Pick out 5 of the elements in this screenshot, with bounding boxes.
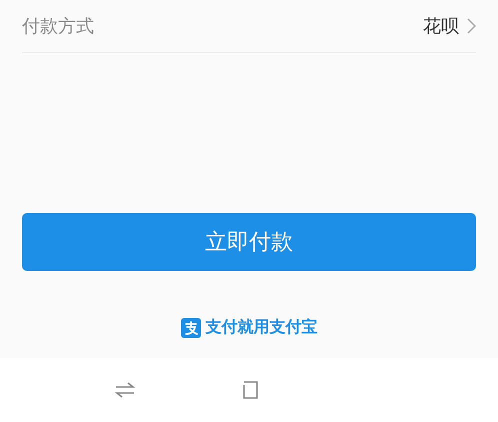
brand-logo-icon xyxy=(180,318,200,338)
brand-slogan: 支付就用支付宝 xyxy=(206,317,318,338)
payment-method-value[interactable]: 花呗 xyxy=(423,14,459,38)
payment-method-label: 付款方式 xyxy=(22,15,95,38)
chevron-right-icon xyxy=(467,18,476,34)
